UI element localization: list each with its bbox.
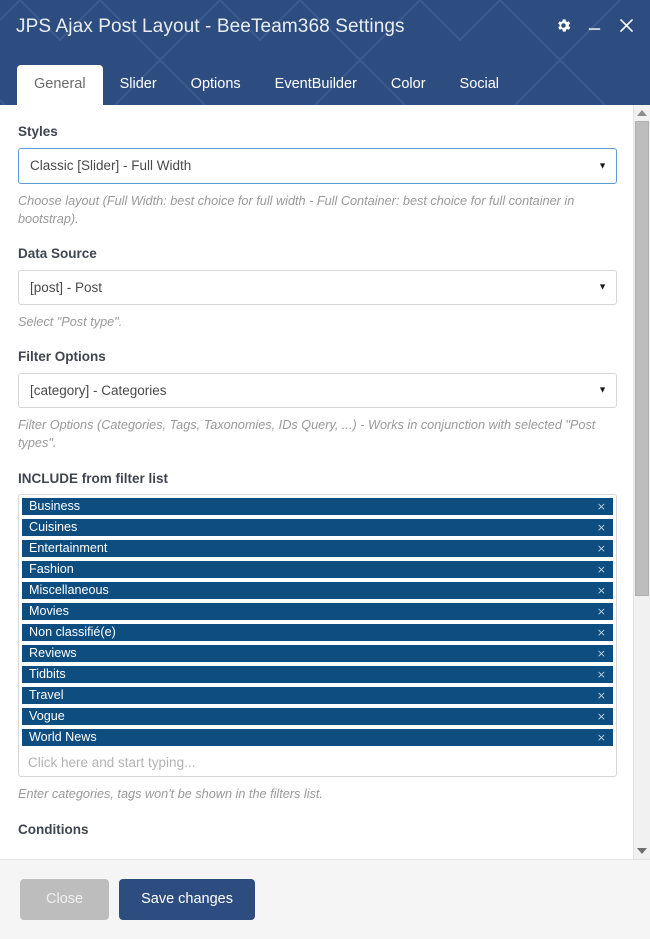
filter-token-label: Reviews xyxy=(29,646,77,661)
remove-token-icon[interactable]: × xyxy=(595,711,608,722)
filter-token[interactable]: Fashion × xyxy=(22,561,613,579)
tab-color[interactable]: Color xyxy=(374,65,443,105)
include-filter-list-label: INCLUDE from filter list xyxy=(18,470,169,486)
include-filter-help-text: Enter categories, tags won't be shown in… xyxy=(18,787,323,802)
data-source-select-value: [post] - Post xyxy=(30,279,103,295)
filter-options-label: Filter Options xyxy=(18,349,106,365)
remove-token-icon[interactable]: × xyxy=(595,627,608,638)
data-source-label: Data Source xyxy=(18,246,97,262)
tab-options[interactable]: Options xyxy=(174,65,258,105)
data-source-select[interactable]: [post] - Post ▼ xyxy=(18,269,617,305)
filter-token-label: Cuisines xyxy=(29,520,78,535)
filter-token[interactable]: Tidbits × xyxy=(22,666,613,684)
save-changes-button[interactable]: Save changes xyxy=(119,879,255,920)
tab-social-label: Social xyxy=(459,75,500,92)
filter-token[interactable]: Vogue × xyxy=(22,708,613,726)
tab-general-label: General xyxy=(34,75,86,92)
tab-eventbuilder-label: EventBuilder xyxy=(274,75,357,92)
close-icon[interactable] xyxy=(617,16,636,35)
window-controls xyxy=(555,16,636,35)
remove-token-icon[interactable]: × xyxy=(595,501,608,512)
remove-token-icon[interactable]: × xyxy=(595,732,608,743)
body-scrollbar[interactable] xyxy=(633,105,650,859)
filter-token[interactable]: Business × xyxy=(22,498,613,516)
tab-eventbuilder[interactable]: EventBuilder xyxy=(258,65,374,105)
filter-token[interactable]: Cuisines × xyxy=(22,519,613,537)
styles-label: Styles xyxy=(18,124,58,139)
modal-footer: Close Save changes xyxy=(0,860,650,939)
tab-bar: General Slider Options EventBuilder Colo… xyxy=(17,64,517,105)
tab-color-label: Color xyxy=(390,75,426,92)
filter-token-label: Business xyxy=(29,499,81,514)
styles-select-wrapper: Classic [Slider] - Full Width ▼ xyxy=(18,147,617,184)
remove-token-icon[interactable]: × xyxy=(595,522,608,533)
remove-token-icon[interactable]: × xyxy=(595,648,608,659)
filter-token-label: Vogue xyxy=(29,709,65,724)
scrollbar-thumb[interactable] xyxy=(635,121,649,596)
tab-slider-label: Slider xyxy=(119,75,157,92)
remove-token-icon[interactable]: × xyxy=(595,585,608,596)
filter-options-help-text: Filter Options (Categories, Tags, Taxono… xyxy=(18,417,596,451)
tab-social[interactable]: Social xyxy=(443,65,517,105)
filter-token-label: Travel xyxy=(29,688,64,703)
include-filter-tokenfield[interactable]: Business × Cuisines × Entertainment × Fashion ×… xyxy=(18,494,617,778)
filter-token-label: Miscellaneous xyxy=(29,583,109,598)
styles-select[interactable]: Classic [Slider] - Full Width ▼ xyxy=(18,147,617,184)
chevron-down-icon: ▼ xyxy=(598,384,607,395)
filter-options-select-value: [category] - Categories xyxy=(30,382,167,398)
filter-token-label: Entertainment xyxy=(29,541,108,556)
remove-token-icon[interactable]: × xyxy=(595,564,608,575)
filter-token[interactable]: World News × xyxy=(22,729,613,747)
filter-token[interactable]: Travel × xyxy=(22,687,613,705)
settings-form: Styles Classic [Slider] - Full Width ▼ C… xyxy=(0,105,633,859)
window-title: JPS Ajax Post Layout - BeeTeam368 Settin… xyxy=(16,16,405,37)
filter-token[interactable]: Reviews × xyxy=(22,645,613,663)
token-list: Business × Cuisines × Entertainment × Fashion ×… xyxy=(22,498,613,747)
remove-token-icon[interactable]: × xyxy=(595,669,608,680)
remove-token-icon[interactable]: × xyxy=(595,690,608,701)
filter-token[interactable]: Entertainment × xyxy=(22,540,613,558)
styles-select-value: Classic [Slider] - Full Width xyxy=(30,158,192,174)
filter-token-label: World News xyxy=(29,730,97,745)
data-source-help-text: Select "Post type". xyxy=(18,314,123,329)
filter-token-label: Fashion xyxy=(29,562,74,577)
minimize-icon[interactable] xyxy=(586,17,603,34)
remove-token-icon[interactable]: × xyxy=(595,606,608,617)
gear-icon[interactable] xyxy=(555,17,572,34)
filter-token-label: Non classifié(e) xyxy=(29,625,116,640)
filter-token-label: Movies xyxy=(29,604,69,619)
scroll-up-arrow-icon[interactable] xyxy=(634,105,650,121)
modal-header: JPS Ajax Post Layout - BeeTeam368 Settin… xyxy=(0,0,650,105)
styles-help-text: Choose layout (Full Width: best choice f… xyxy=(18,193,575,226)
chevron-down-icon: ▼ xyxy=(598,160,607,171)
chevron-down-icon: ▼ xyxy=(598,281,607,292)
filter-options-select[interactable]: [category] - Categories ▼ xyxy=(18,372,617,408)
filter-token[interactable]: Non classifié(e) × xyxy=(22,624,613,642)
tab-general[interactable]: General xyxy=(17,64,103,105)
settings-modal: JPS Ajax Post Layout - BeeTeam368 Settin… xyxy=(0,0,650,939)
filter-token[interactable]: Miscellaneous × xyxy=(22,582,613,600)
modal-body: Styles Classic [Slider] - Full Width ▼ C… xyxy=(0,105,650,860)
close-button[interactable]: Close xyxy=(20,879,110,920)
tab-slider[interactable]: Slider xyxy=(103,65,174,105)
filter-token[interactable]: Movies × xyxy=(22,603,613,621)
scroll-down-arrow-icon[interactable] xyxy=(634,843,650,859)
remove-token-icon[interactable]: × xyxy=(595,543,608,554)
filter-token-label: Tidbits xyxy=(29,667,66,682)
filter-options-select-wrapper: [category] - Categories ▼ xyxy=(18,372,617,408)
token-input[interactable] xyxy=(22,750,613,775)
conditions-label: Conditions xyxy=(18,821,89,837)
tab-options-label: Options xyxy=(190,75,241,92)
data-source-select-wrapper: [post] - Post ▼ xyxy=(18,269,617,305)
